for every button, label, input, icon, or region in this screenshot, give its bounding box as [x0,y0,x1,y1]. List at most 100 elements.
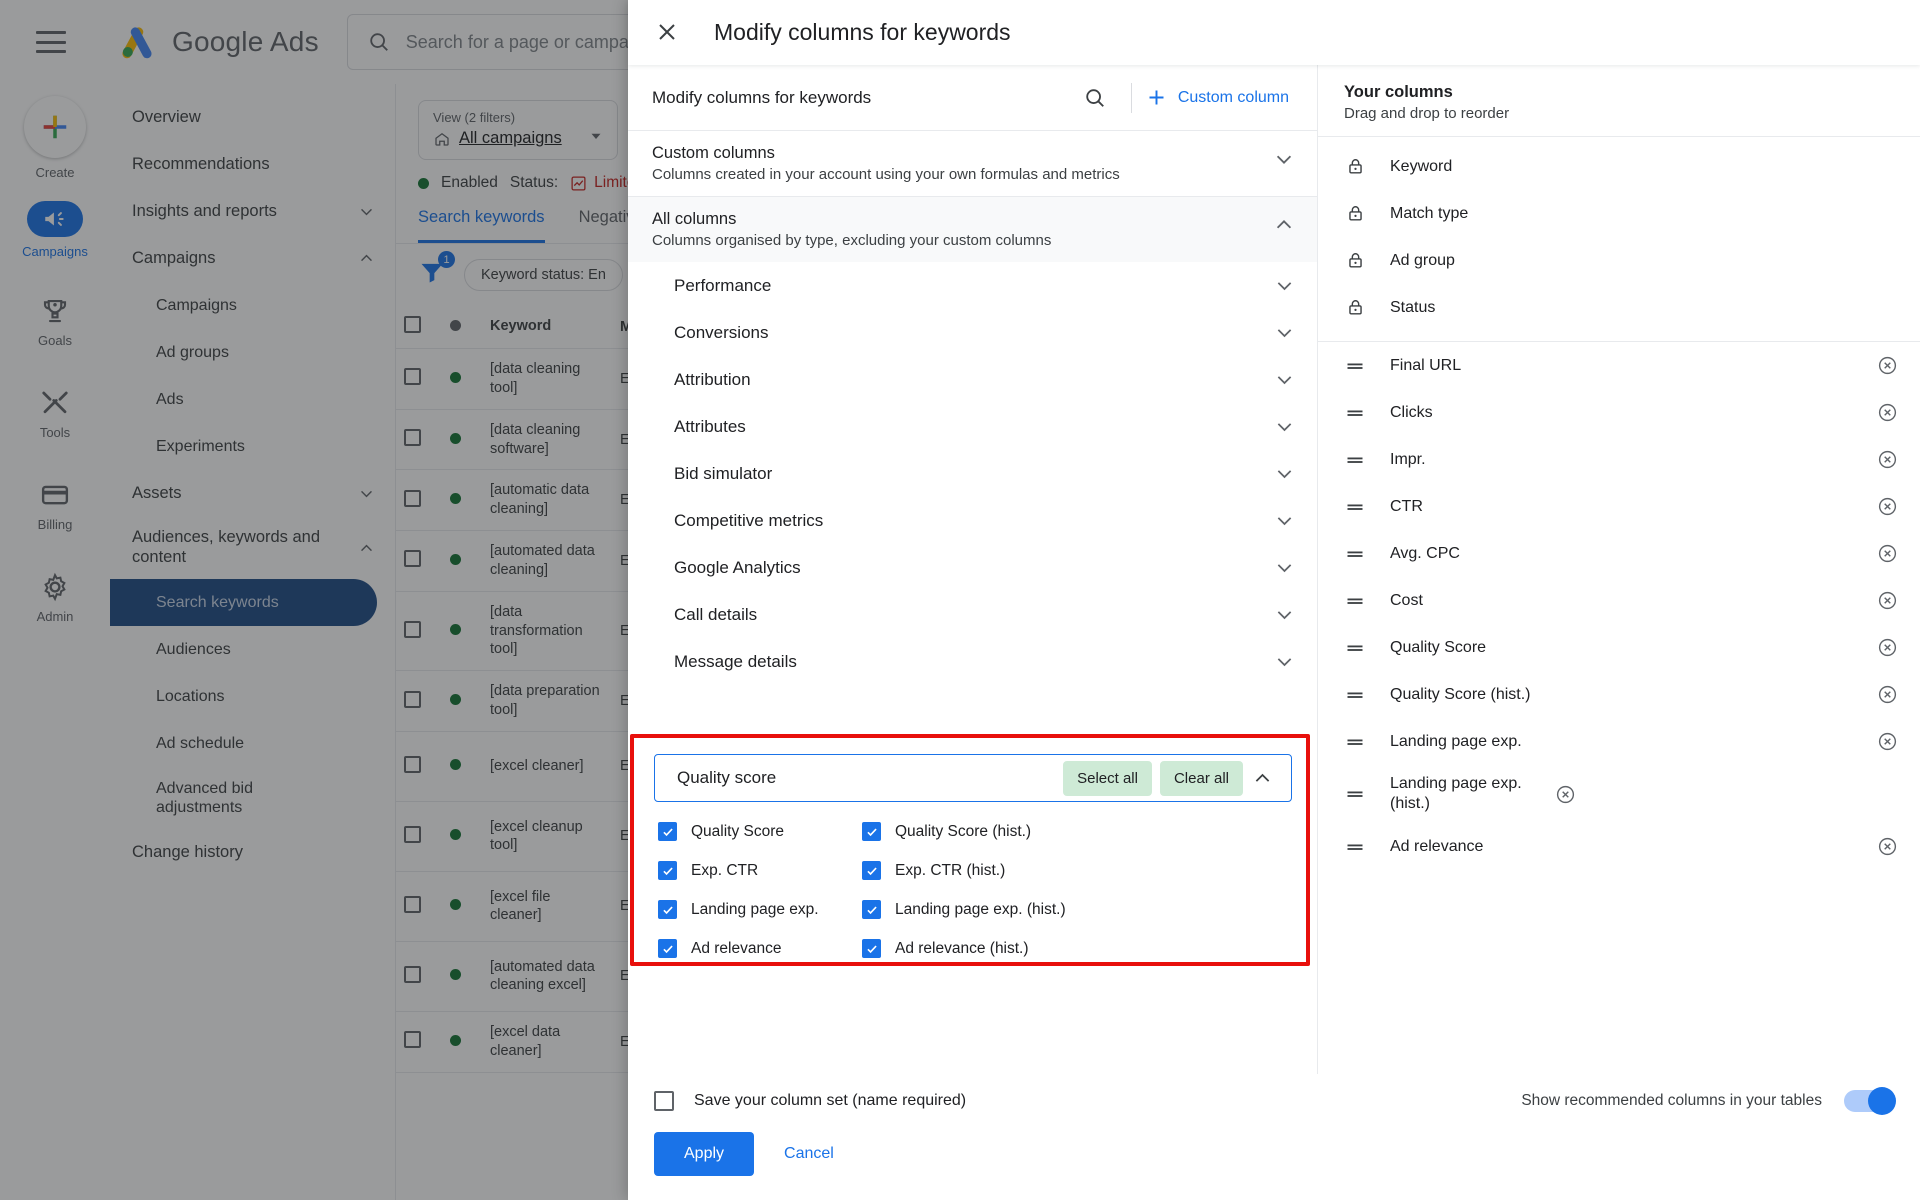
remove-circle-icon[interactable] [1876,496,1898,518]
remove-circle-icon[interactable] [1876,355,1898,377]
apply-button[interactable]: Apply [654,1132,754,1176]
checkbox-checked-icon[interactable] [658,900,677,919]
category-bid-simulator[interactable]: Bid simulator [628,450,1317,497]
option-ad-relevance-hist[interactable]: Ad relevance (hist.) [862,929,1292,968]
clear-all-button[interactable]: Clear all [1160,761,1243,796]
save-column-set-checkbox[interactable]: Save your column set (name required) [654,1091,966,1111]
group-subtitle: Columns organised by type, excluding you… [652,232,1273,249]
option-exp-ctr-hist[interactable]: Exp. CTR (hist.) [862,851,1292,890]
option-ad-relevance[interactable]: Ad relevance [658,929,862,968]
drag-handle-icon[interactable] [1344,637,1366,659]
column-item-ad-relevance[interactable]: Ad relevance [1318,823,1920,870]
column-item-ad-group: Ad group [1318,237,1920,284]
drag-handle-icon[interactable] [1344,783,1366,805]
drag-handle-icon[interactable] [1344,496,1366,518]
chevron-up-icon[interactable] [1273,214,1295,236]
toggle-switch[interactable] [1844,1090,1894,1112]
lock-icon [1344,203,1366,225]
category-label: Performance [674,276,1274,296]
column-label: Landing page exp. (hist.) [1390,774,1530,813]
column-item-impr[interactable]: Impr. [1318,436,1920,483]
columns-scroll-area[interactable]: Custom columns Columns created in your a… [628,130,1317,1074]
column-label: Quality Score [1390,638,1852,658]
checkbox-checked-icon[interactable] [862,822,881,841]
group-title: Custom columns [652,144,1273,163]
remove-circle-icon[interactable] [1876,449,1898,471]
modal-body: Modify columns for keywords Custom colum… [628,65,1920,1074]
column-item-cost[interactable]: Cost [1318,577,1920,624]
quality-score-header[interactable]: Quality score Select all Clear all [654,754,1292,802]
lock-icon [1344,297,1366,319]
cancel-button[interactable]: Cancel [778,1132,840,1176]
column-item-final-url[interactable]: Final URL [1318,342,1920,389]
option-quality-score-hist[interactable]: Quality Score (hist.) [862,812,1292,851]
category-competitive-metrics[interactable]: Competitive metrics [628,497,1317,544]
option-landing-page-exp-hist[interactable]: Landing page exp. (hist.) [862,890,1292,929]
option-label: Exp. CTR [691,862,758,880]
chevron-down-icon[interactable] [1273,148,1295,170]
column-item-match-type: Match type [1318,190,1920,237]
group-all-columns[interactable]: All columns Columns organised by type, e… [628,196,1317,262]
option-landing-page-exp[interactable]: Landing page exp. [658,890,862,929]
remove-circle-icon[interactable] [1876,836,1898,858]
category-conversions[interactable]: Conversions [628,309,1317,356]
drag-handle-icon[interactable] [1344,684,1366,706]
option-exp-ctr[interactable]: Exp. CTR [658,851,862,890]
option-quality-score[interactable]: Quality Score [658,812,862,851]
drag-handle-icon[interactable] [1344,449,1366,471]
drag-handle-icon[interactable] [1344,355,1366,377]
category-attribution[interactable]: Attribution [628,356,1317,403]
select-all-button[interactable]: Select all [1063,761,1152,796]
group-custom-columns[interactable]: Custom columns Columns created in your a… [628,130,1317,196]
column-item-landing-page-exp-hist[interactable]: Landing page exp. (hist.) [1318,765,1920,823]
remove-circle-icon[interactable] [1876,731,1898,753]
column-label: Quality Score (hist.) [1390,685,1852,705]
chevron-down-icon [1274,510,1295,531]
column-item-ctr[interactable]: CTR [1318,483,1920,530]
checkbox-checked-icon[interactable] [658,822,677,841]
show-recommended-columns-toggle[interactable]: Show recommended columns in your tables [1521,1090,1894,1112]
remove-circle-icon[interactable] [1876,637,1898,659]
close-icon[interactable] [654,19,680,45]
footer-top-row: Save your column set (name required) Sho… [628,1074,1920,1122]
checkbox-checked-icon[interactable] [658,939,677,958]
your-columns-list[interactable]: Keyword Match type Ad group Status Final… [1318,137,1920,1074]
category-attributes[interactable]: Attributes [628,403,1317,450]
category-call-details[interactable]: Call details [628,591,1317,638]
modal-footer: Save your column set (name required) Sho… [628,1074,1920,1200]
drag-handle-icon[interactable] [1344,402,1366,424]
column-item-avg-cpc[interactable]: Avg. CPC [1318,530,1920,577]
remove-circle-icon[interactable] [1876,402,1898,424]
remove-circle-icon[interactable] [1876,543,1898,565]
option-label: Ad relevance [691,940,781,958]
category-message-details[interactable]: Message details [628,638,1317,685]
custom-column-button[interactable]: Custom column [1146,87,1297,108]
remove-circle-icon[interactable] [1876,590,1898,612]
category-label: Google Analytics [674,558,1274,578]
checkbox-checked-icon[interactable] [862,861,881,880]
column-item-landing-page-exp[interactable]: Landing page exp. [1318,718,1920,765]
chevron-up-icon[interactable] [1243,759,1281,797]
column-item-quality-score[interactable]: Quality Score [1318,624,1920,671]
remove-circle-icon[interactable] [1876,684,1898,706]
group-subtitle: Columns created in your account using yo… [652,166,1273,183]
drag-handle-icon[interactable] [1344,836,1366,858]
chevron-down-icon [1274,604,1295,625]
drag-handle-icon[interactable] [1344,590,1366,612]
group-text: All columns Columns organised by type, e… [652,210,1273,249]
checkbox-unchecked-icon[interactable] [654,1091,674,1111]
drag-handle-icon[interactable] [1344,731,1366,753]
category-google-analytics[interactable]: Google Analytics [628,544,1317,591]
category-performance[interactable]: Performance [628,262,1317,309]
column-label: Cost [1390,591,1852,611]
column-item-clicks[interactable]: Clicks [1318,389,1920,436]
search-icon[interactable] [1073,76,1117,120]
column-item-quality-score-hist[interactable]: Quality Score (hist.) [1318,671,1920,718]
your-columns-subtitle: Drag and drop to reorder [1344,105,1898,122]
drag-handle-icon[interactable] [1344,543,1366,565]
category-label: Message details [674,652,1274,672]
remove-circle-icon[interactable] [1554,783,1576,805]
checkbox-checked-icon[interactable] [862,900,881,919]
checkbox-checked-icon[interactable] [658,861,677,880]
checkbox-checked-icon[interactable] [862,939,881,958]
